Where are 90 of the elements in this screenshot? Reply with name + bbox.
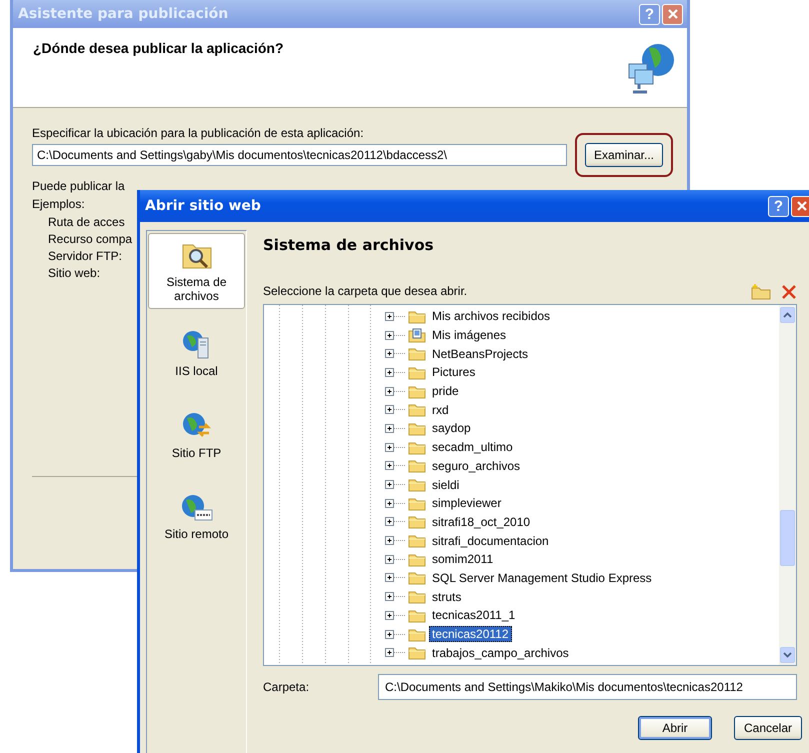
- scrollbar-thumb[interactable]: [780, 510, 795, 566]
- example-label: Recurso compa: [48, 232, 132, 246]
- expand-icon[interactable]: [385, 349, 405, 358]
- tree-item[interactable]: Mis imágenes: [429, 327, 510, 344]
- globe-web-icon: [180, 493, 214, 523]
- expand-icon[interactable]: [385, 536, 405, 546]
- expand-icon[interactable]: [385, 592, 405, 602]
- tree-item[interactable]: saydop: [429, 420, 474, 436]
- expand-icon[interactable]: [385, 442, 405, 452]
- cancel-button[interactable]: Cancelar: [734, 716, 802, 740]
- folder-field[interactable]: C:\Documents and Settings\Makiko\Mis documentos\tecnicas20112: [378, 674, 797, 700]
- window-title: Asistente para publicación: [18, 6, 230, 22]
- tree-item[interactable]: somim2011: [429, 551, 496, 568]
- expand-icon[interactable]: [385, 312, 405, 321]
- location-item[interactable]: Sitio FTP: [148, 397, 245, 473]
- expand-icon[interactable]: [385, 517, 405, 526]
- location-item[interactable]: Sitio remoto: [148, 479, 245, 555]
- folder-icon: [408, 608, 426, 623]
- folder-icon: [408, 402, 426, 418]
- expand-icon[interactable]: [385, 330, 405, 340]
- folder-icon: [408, 552, 426, 567]
- tree-item[interactable]: seguro_archivos: [429, 458, 524, 474]
- folder-icon: [408, 496, 426, 511]
- scrollbar[interactable]: [779, 305, 796, 665]
- expand-icon[interactable]: [385, 480, 405, 490]
- section-heading: Sistema de archivos: [263, 236, 435, 254]
- folder-icon: [408, 308, 426, 324]
- tree-item[interactable]: secadm_ultimo: [429, 439, 516, 456]
- tree-item[interactable]: sitrafi18_oct_2010: [429, 514, 534, 530]
- tree-item[interactable]: rxd: [429, 402, 452, 418]
- location-item[interactable]: Sistema de archivos: [148, 233, 245, 309]
- expand-icon[interactable]: [385, 461, 405, 470]
- expand-icon[interactable]: [385, 424, 405, 433]
- browse-button[interactable]: Examinar...: [584, 143, 663, 167]
- folder-icon: [408, 477, 426, 492]
- folder-icon: [408, 364, 426, 380]
- tree-item[interactable]: tecnicas20112: [429, 626, 512, 642]
- tree-item[interactable]: trabajos_campo_archivos: [429, 644, 572, 661]
- tree-item[interactable]: SQL Server Management Studio Express: [429, 570, 655, 586]
- expand-icon[interactable]: [385, 405, 405, 414]
- location-field[interactable]: C:\Documents and Settings\gaby\Mis documentos\tecnicas20112\bdaccess2\: [32, 144, 567, 166]
- close-button[interactable]: [662, 4, 683, 24]
- scroll-up-icon[interactable]: [783, 312, 792, 318]
- folder-icon: [408, 514, 426, 530]
- tree-item[interactable]: sitrafi_documentacion: [429, 532, 552, 549]
- folder-icon: [408, 645, 426, 660]
- pictures-folder-icon: [408, 328, 426, 343]
- folder-icon: [408, 589, 426, 604]
- tree-item[interactable]: Pictures: [429, 364, 478, 380]
- folder-icon: [408, 570, 426, 586]
- example-label: Sitio web:: [48, 266, 100, 280]
- tree-item[interactable]: struts: [429, 588, 464, 605]
- location-label: Especificar la ubicación para la publicación de esta aplicación:: [32, 126, 364, 140]
- prompt-text: Seleccione la carpeta que desea abrir.: [263, 284, 468, 298]
- info-text: Puede publicar la: [32, 179, 125, 193]
- tree-item[interactable]: simpleviewer: [429, 495, 504, 512]
- tree-item[interactable]: NetBeansProjects: [429, 346, 532, 362]
- open-button[interactable]: Abrir: [638, 716, 712, 740]
- dialog-title: Abrir sitio web: [145, 198, 262, 214]
- example-label: Ruta de acces: [48, 215, 125, 229]
- expand-icon[interactable]: [385, 630, 405, 639]
- expand-icon[interactable]: [385, 610, 405, 620]
- folder-icon: [408, 440, 426, 455]
- location-item[interactable]: IIS local: [148, 315, 245, 391]
- help-button[interactable]: ?: [768, 196, 789, 216]
- folder-icon: [408, 626, 426, 642]
- expand-icon[interactable]: [385, 386, 405, 396]
- expand-icon[interactable]: [385, 368, 405, 377]
- examples-label: Ejemplos:: [32, 197, 85, 211]
- expand-icon[interactable]: [385, 498, 405, 508]
- folder-label: Carpeta:: [263, 680, 310, 694]
- close-icon: [666, 8, 678, 20]
- expand-icon[interactable]: [385, 554, 405, 564]
- example-label: Servidor FTP:: [48, 249, 122, 263]
- expand-icon[interactable]: [385, 573, 405, 582]
- folder-icon: [408, 420, 426, 436]
- folder-icon: [408, 384, 426, 399]
- scroll-down-icon[interactable]: [783, 652, 792, 658]
- expand-icon[interactable]: [385, 648, 405, 658]
- tree-item[interactable]: tecnicas2011_1: [429, 607, 518, 624]
- folder-icon: [408, 458, 426, 474]
- tree-item[interactable]: Mis archivos recibidos: [429, 308, 554, 324]
- folder-icon: [408, 346, 426, 362]
- delete-icon[interactable]: [781, 284, 797, 300]
- folder-icon: [408, 533, 426, 548]
- tree-item[interactable]: pride: [429, 383, 462, 400]
- close-button[interactable]: [791, 196, 809, 216]
- wizard-heading: ¿Dónde desea publicar la aplicación?: [33, 40, 284, 58]
- close-icon: [796, 200, 808, 212]
- tree-item[interactable]: sieldi: [429, 476, 462, 493]
